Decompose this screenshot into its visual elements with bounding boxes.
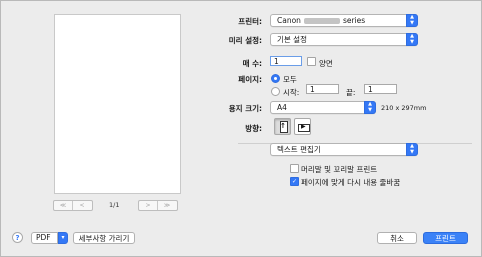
popup-arrows-icon: ▲ ▼ (364, 101, 376, 114)
two-sided-checkbox[interactable] (307, 57, 316, 66)
help-button[interactable]: ? (12, 232, 23, 243)
next-page-button[interactable]: > (139, 201, 157, 210)
chevron-down-icon: ▾ (58, 232, 68, 244)
pdf-menu-button[interactable]: PDF ▾ (31, 232, 68, 244)
rewrap-checkbox[interactable]: ✓ (290, 177, 299, 186)
copies-field[interactable]: 1 (270, 56, 302, 66)
paper-dimensions: 210 x 297mm (381, 104, 427, 112)
print-button[interactable]: 프린트 (423, 232, 468, 244)
portrait-arrow-icon: ↑ (280, 122, 286, 130)
printer-popup[interactable]: Canon series ▲ ▼ (270, 14, 418, 27)
previous-page-button[interactable]: < (73, 201, 91, 210)
popup-arrows-icon: ▲ ▼ (406, 143, 418, 156)
page-preview (54, 14, 181, 194)
pages-range-radio[interactable] (271, 87, 280, 96)
printer-label: 프린터: (238, 17, 262, 26)
section-popup[interactable]: 텍스트 편집기 ▲ ▼ (270, 143, 418, 156)
copies-label: 매 수: (242, 59, 262, 68)
presets-popup[interactable]: 기본 설정 ▲ ▼ (270, 33, 418, 46)
pages-all-radio[interactable] (271, 74, 280, 83)
portrait-button[interactable]: ↑ (274, 118, 291, 135)
popup-arrows-icon: ▲ ▼ (406, 14, 418, 27)
pdf-label: PDF (31, 232, 58, 244)
pages-to-field[interactable]: 1 (364, 84, 397, 94)
pager-left-group: ≪ < (53, 200, 93, 211)
paper-size-value: A4 (277, 103, 287, 112)
presets-label: 미리 설정: (228, 36, 262, 45)
two-sided-label: 양면 (319, 59, 333, 68)
landscape-arrow-icon: ▶ (301, 123, 306, 130)
orientation-label: 방향: (245, 124, 262, 133)
landscape-button[interactable]: ▶ (294, 118, 311, 135)
pages-all-label: 모두 (283, 75, 297, 84)
printer-model-redacted (303, 18, 340, 24)
header-footer-checkbox[interactable] (290, 164, 299, 173)
cancel-button[interactable]: 취소 (377, 232, 417, 244)
last-page-button[interactable]: ≫ (158, 201, 176, 210)
page-indicator: 1/1 (109, 201, 120, 209)
rewrap-label: 페이지에 맞게 다시 내용 줄바꿈 (301, 178, 401, 187)
popup-arrows-icon: ▲ ▼ (406, 33, 418, 46)
print-dialog: ≪ < 1/1 > ≫ 프린터: Canon series ▲ ▼ 미리 설정: 기… (0, 0, 482, 257)
pages-to-label: 끝: (346, 88, 356, 97)
pages-from-label: 시작: (283, 88, 300, 97)
pages-from-field[interactable]: 1 (306, 84, 339, 94)
presets-value: 기본 설정 (277, 35, 307, 44)
pager-right-group: > ≫ (138, 200, 178, 211)
pages-label: 페이지: (238, 75, 262, 84)
printer-value: Canon series (277, 16, 366, 25)
first-page-button[interactable]: ≪ (54, 201, 72, 210)
section-value: 텍스트 편집기 (277, 145, 321, 154)
paper-size-popup[interactable]: A4 ▲ ▼ (270, 101, 376, 114)
hide-details-button[interactable]: 세부사항 가리기 (73, 232, 135, 244)
header-footer-label: 머리말 및 꼬리말 프린트 (301, 165, 378, 174)
paper-size-label: 용지 크기: (228, 104, 262, 113)
